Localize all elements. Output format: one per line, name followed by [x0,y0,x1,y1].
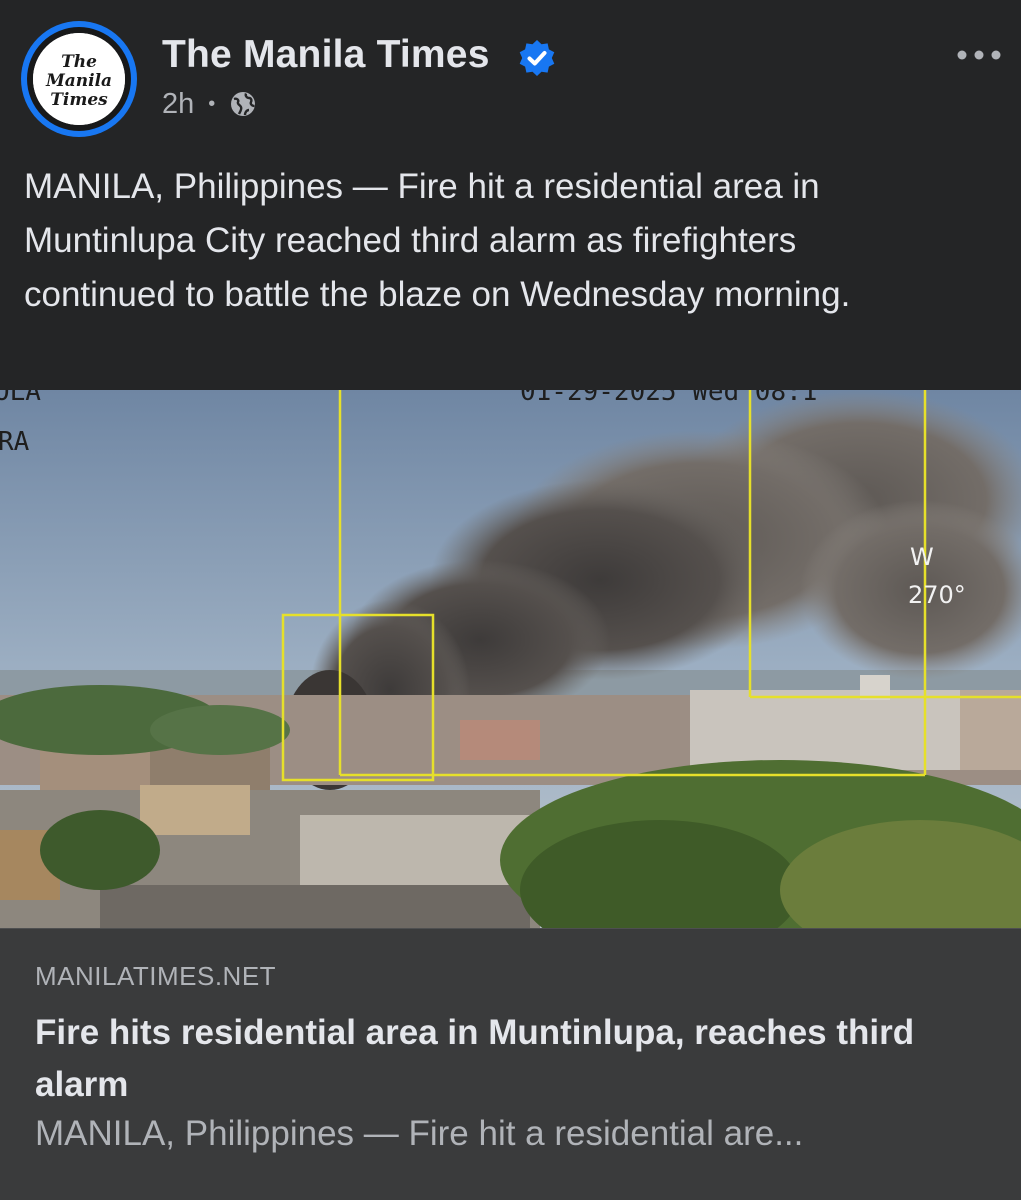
overlay-degrees: 270° [908,581,966,609]
overlay-direction: W [910,543,934,571]
facebook-post: The Manila Times The Manila Times 2h • M… [0,0,1021,1200]
link-preview-card[interactable]: MANILATIMES.NET Fire hits residential ar… [0,928,1021,1200]
overlay-top-left-1: OLA [0,390,41,407]
fire-cctv-photo: OLA RA 01-29-2025 Wed 08:1 W 270° [0,390,1021,928]
post-caption: MANILA, Philippines — Fire hit a residen… [24,167,851,314]
overlay-top-timestamp: 01-29-2025 Wed 08:1 [520,390,817,407]
manila-times-logo: The Manila Times [33,33,125,125]
link-description: MANILA, Philippines — Fire hit a residen… [35,1114,804,1153]
link-domain: MANILATIMES.NET [35,961,277,991]
page-name-link[interactable]: The Manila Times [162,33,490,77]
link-title[interactable]: Fire hits residential area in Muntinlupa… [35,1007,935,1111]
verified-badge-icon [519,40,555,76]
overlay-top-left-2: RA [0,427,30,457]
post-header: The Manila Times The Manila Times 2h • [0,0,1021,150]
logo-line-1: The [61,52,97,72]
logo-line-3: Times [50,90,108,110]
post-image[interactable]: OLA RA 01-29-2025 Wed 08:1 W 270° [0,390,1021,928]
logo-line-2: Manila [45,71,112,91]
post-meta: 2h • [162,86,257,122]
globe-icon[interactable] [229,90,257,118]
avatar[interactable]: The Manila Times [33,33,125,125]
more-horizontal-icon[interactable] [955,40,1003,70]
meta-separator: • [208,92,216,115]
post-timestamp[interactable]: 2h [162,88,194,121]
